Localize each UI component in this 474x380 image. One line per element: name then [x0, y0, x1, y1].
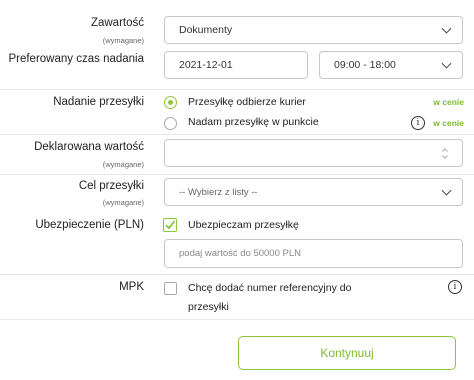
pickup-time-select[interactable]: 09:00 - 18:00 [319, 51, 463, 79]
chevron-down-icon [441, 58, 452, 69]
mpk-label: MPK [119, 281, 144, 293]
spinner-down-icon[interactable] [442, 155, 448, 159]
pickup-date-value: 2021-12-01 [179, 59, 233, 71]
declared-value-input[interactable] [164, 139, 463, 167]
pickup-date-input[interactable]: 2021-12-01 [164, 51, 308, 79]
mpk-checkbox-label-line2[interactable]: przesyłki [188, 301, 229, 313]
purpose-select-placeholder: -- Wybierz z listy -- [179, 186, 258, 198]
declared-value-required-note: (wymagane) [102, 160, 144, 169]
purpose-required-note: (wymagane) [102, 198, 144, 207]
courier-pickup-radio[interactable] [164, 96, 177, 109]
info-icon[interactable]: i [448, 280, 462, 294]
section-divider [0, 174, 474, 175]
info-icon[interactable]: i [411, 116, 425, 130]
spinner-up-icon[interactable] [442, 148, 448, 152]
section-divider [0, 134, 474, 135]
insurance-amount-input[interactable]: podaj wartość do 50000 PLN [164, 239, 463, 268]
chevron-down-icon [441, 23, 452, 34]
continue-button[interactable]: Kontynuuj [238, 336, 456, 370]
content-required-note: (wymagane) [102, 36, 144, 45]
shipping-method-label: Nadanie przesyłki [53, 96, 144, 108]
drop-off-point-label[interactable]: Nadam przesyłkę w punkcie [188, 116, 319, 128]
insurance-label: Ubezpieczenie (PLN) [35, 219, 144, 231]
insurance-checkbox-checked-icon[interactable] [163, 218, 177, 232]
courier-pickup-price: w cenie [433, 97, 464, 107]
drop-off-point-price: w cenie [433, 118, 464, 128]
drop-off-point-radio[interactable] [164, 117, 177, 130]
mpk-checkbox[interactable] [164, 282, 177, 295]
purpose-select[interactable]: -- Wybierz z listy -- [164, 178, 463, 206]
section-divider [0, 319, 474, 320]
pickup-time-value: 09:00 - 18:00 [334, 59, 396, 71]
insurance-checkbox-label[interactable]: Ubezpieczam przesyłkę [188, 219, 299, 231]
courier-pickup-label[interactable]: Przesyłkę odbierze kurier [188, 96, 306, 108]
content-label: Zawartość [90, 17, 144, 29]
declared-value-label: Deklarowana wartość [34, 141, 144, 153]
chevron-down-icon [441, 185, 452, 196]
purpose-label: Cel przesyłki [78, 180, 144, 192]
content-select[interactable]: Dokumenty [164, 16, 463, 44]
section-divider [0, 89, 474, 90]
content-select-value: Dokumenty [179, 24, 233, 36]
insurance-amount-placeholder: podaj wartość do 50000 PLN [179, 248, 301, 259]
mpk-checkbox-label-line1[interactable]: Chcę dodać numer referencyjny do [188, 282, 351, 294]
section-divider [0, 274, 474, 275]
pickup-time-label: Preferowany czas nadania [8, 53, 144, 65]
